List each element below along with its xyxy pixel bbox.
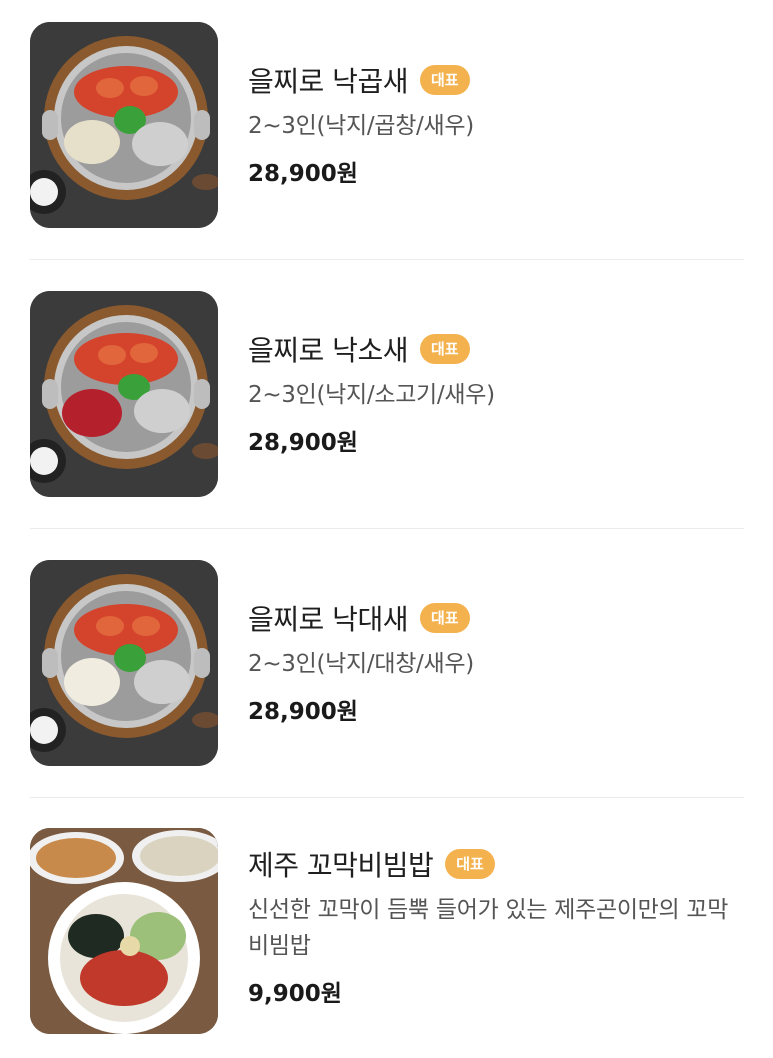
- menu-item-info: 을찌로 낙곱새 대표 2~3인(낙지/곱창/새우) 28,900원: [248, 60, 738, 188]
- hotpot-photo: [30, 22, 218, 228]
- menu-item-name: 을찌로 낙곱새: [248, 65, 408, 98]
- menu-item-info: 을찌로 낙대새 대표 2~3인(낙지/대창/새우) 28,900원: [248, 598, 738, 726]
- menu-item-description: 2~3인(낙지/곱창/새우): [248, 113, 474, 139]
- menu-item-cockle-bibimbap[interactable]: 제주 꼬막비빔밥 대표 신선한 꼬막이 듬뿍 들어가 있는 제주곤이만의 꼬막비…: [30, 828, 744, 1058]
- menu-item-name: 을찌로 낙소새: [248, 334, 408, 367]
- hotpot-photo: [30, 560, 218, 766]
- menu-item-price: 28,900원: [248, 699, 358, 725]
- hotpot-photo: [30, 291, 218, 497]
- menu-item-info: 제주 꼬막비빔밥 대표 신선한 꼬막이 듬뿍 들어가 있는 제주곤이만의 꼬막비…: [248, 844, 738, 1008]
- menu-item-image[interactable]: [30, 560, 218, 766]
- menu-item-price: 9,900원: [248, 981, 342, 1007]
- divider: [30, 797, 744, 798]
- menu-item-description: 2~3인(낙지/대창/새우): [248, 651, 474, 677]
- menu-item-image[interactable]: [30, 828, 218, 1034]
- signature-badge: 대표: [419, 334, 470, 364]
- bibimbap-photo: [30, 828, 218, 1034]
- menu-item-price: 28,900원: [248, 161, 358, 187]
- divider: [30, 259, 744, 260]
- menu-item-name: 제주 꼬막비빔밥: [248, 849, 434, 882]
- menu-item-info: 을찌로 낙소새 대표 2~3인(낙지/소고기/새우) 28,900원: [248, 329, 738, 457]
- menu-item-image[interactable]: [30, 22, 218, 228]
- menu-item-price: 28,900원: [248, 430, 358, 456]
- menu-item-nakdaesae[interactable]: 을찌로 낙대새 대표 2~3인(낙지/대창/새우) 28,900원: [30, 560, 744, 790]
- signature-badge: 대표: [445, 849, 495, 879]
- menu-item-image[interactable]: [30, 291, 218, 497]
- name-row: 을찌로 낙곱새 대표: [248, 60, 738, 100]
- menu-item-name: 을찌로 낙대새: [248, 603, 408, 636]
- menu-item-description: 2~3인(낙지/소고기/새우): [248, 382, 495, 408]
- name-row: 제주 꼬막비빔밥 대표: [248, 844, 738, 884]
- name-row: 을찌로 낙대새 대표: [248, 598, 738, 638]
- name-row: 을찌로 낙소새 대표: [248, 329, 738, 369]
- signature-badge: 대표: [419, 603, 470, 633]
- signature-badge: 대표: [419, 65, 470, 95]
- menu-list: 을찌로 낙곱새 대표 2~3인(낙지/곱창/새우) 28,900원 을찌로 낙소…: [0, 0, 773, 1055]
- menu-item-description: 신선한 꼬막이 듬뿍 들어가 있는 제주곤이만의 꼬막비빔밥: [248, 897, 729, 959]
- divider: [30, 528, 744, 529]
- menu-item-nakgopsae[interactable]: 을찌로 낙곱새 대표 2~3인(낙지/곱창/새우) 28,900원: [30, 22, 744, 252]
- menu-item-naksosae[interactable]: 을찌로 낙소새 대표 2~3인(낙지/소고기/새우) 28,900원: [30, 291, 744, 521]
